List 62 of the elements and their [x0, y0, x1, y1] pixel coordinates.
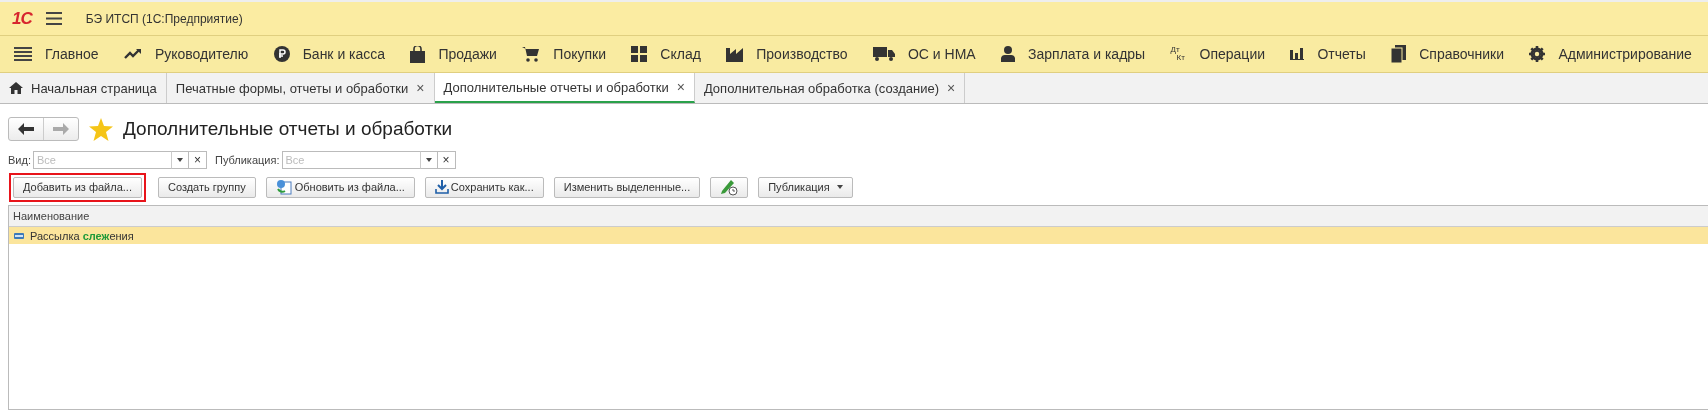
close-icon[interactable]: × — [676, 79, 685, 95]
section-item[interactable]: ОС и НМА — [872, 46, 976, 62]
section-item[interactable]: Руководителю — [123, 46, 249, 62]
star-icon[interactable] — [89, 117, 113, 141]
back-icon[interactable] — [18, 123, 34, 135]
home-icon — [9, 82, 23, 94]
item-icon — [14, 232, 24, 239]
menu-icon[interactable] — [45, 12, 62, 25]
toolbar-button[interactable]: Обновить из файла... — [265, 176, 415, 198]
tab[interactable]: Печатные формы, отчеты и обработки × — [166, 73, 435, 103]
toolbar-button[interactable]: Создать группу — [157, 176, 256, 198]
settings-icon — [1529, 46, 1546, 62]
column-header[interactable]: Наименование — [9, 210, 90, 222]
bar-chart-icon — [1290, 48, 1305, 60]
tab[interactable]: Начальная страница — [0, 73, 167, 103]
app-logo: 1С — [12, 8, 32, 29]
section-item[interactable]: Отчеты — [1290, 46, 1366, 62]
dropdown-button[interactable] — [170, 151, 189, 169]
books-icon — [1391, 45, 1407, 63]
debit-credit-icon: Дт Кт — [1170, 46, 1187, 62]
filter-label: Публикация: — [214, 154, 280, 166]
filter-label: Вид: — [8, 154, 31, 166]
table-row[interactable]: Рассылка слежения — [9, 227, 1708, 244]
download-icon — [434, 180, 449, 194]
form-title: Дополнительные отчеты и обработки — [123, 118, 453, 140]
toolbar-button[interactable]: Сохранить как... — [424, 176, 544, 198]
section-item[interactable]: Зарплата и кадры — [1001, 46, 1146, 62]
section-item[interactable]: Продажи — [410, 45, 497, 63]
cart-icon — [522, 46, 541, 62]
close-icon[interactable]: × — [946, 80, 956, 96]
window-title: БЭ ИТСП (1С:Предприятие) — [85, 11, 243, 26]
clear-button[interactable]: × — [437, 151, 456, 169]
edit-button[interactable] — [710, 176, 749, 198]
tab[interactable]: Дополнительные отчеты и обработки × — [434, 73, 695, 103]
section-item[interactable]: Покупки — [522, 46, 606, 62]
trend-icon — [123, 48, 142, 60]
toolbar-button[interactable]: Изменить выделенные... — [553, 176, 701, 198]
section-item[interactable]: Главное — [14, 46, 99, 62]
filter-field[interactable]: Все — [32, 151, 171, 169]
toolbar-button[interactable]: Добавить из файла... — [13, 176, 142, 198]
filter-field[interactable]: Все — [281, 151, 420, 169]
table-cell: Рассылка слежения — [30, 229, 134, 242]
person-icon — [1001, 46, 1015, 62]
pencil-clock-icon — [720, 178, 739, 196]
tab[interactable]: Дополнительная обработка (создание) × — [694, 73, 966, 103]
truck-icon — [872, 47, 895, 61]
bag-icon — [410, 45, 426, 63]
dropdown-button[interactable] — [419, 151, 438, 169]
close-icon[interactable]: × — [416, 80, 425, 96]
coin-icon — [273, 46, 290, 62]
dropdown-button[interactable]: Публикация — [758, 176, 853, 198]
section-item[interactable]: Склад — [631, 46, 701, 62]
section-item[interactable]: Администрирование — [1529, 46, 1692, 62]
refresh-file-icon — [275, 179, 293, 195]
section-item[interactable]: Дт Кт Операции — [1170, 46, 1266, 62]
factory-icon — [726, 46, 744, 62]
section-item[interactable]: Банк и касса — [273, 46, 386, 62]
section-item[interactable]: Производство — [726, 46, 848, 62]
grid-icon — [631, 46, 648, 62]
clear-button[interactable]: × — [188, 151, 207, 169]
section-item[interactable]: Справочники — [1391, 45, 1504, 63]
menu-icon — [14, 47, 32, 61]
